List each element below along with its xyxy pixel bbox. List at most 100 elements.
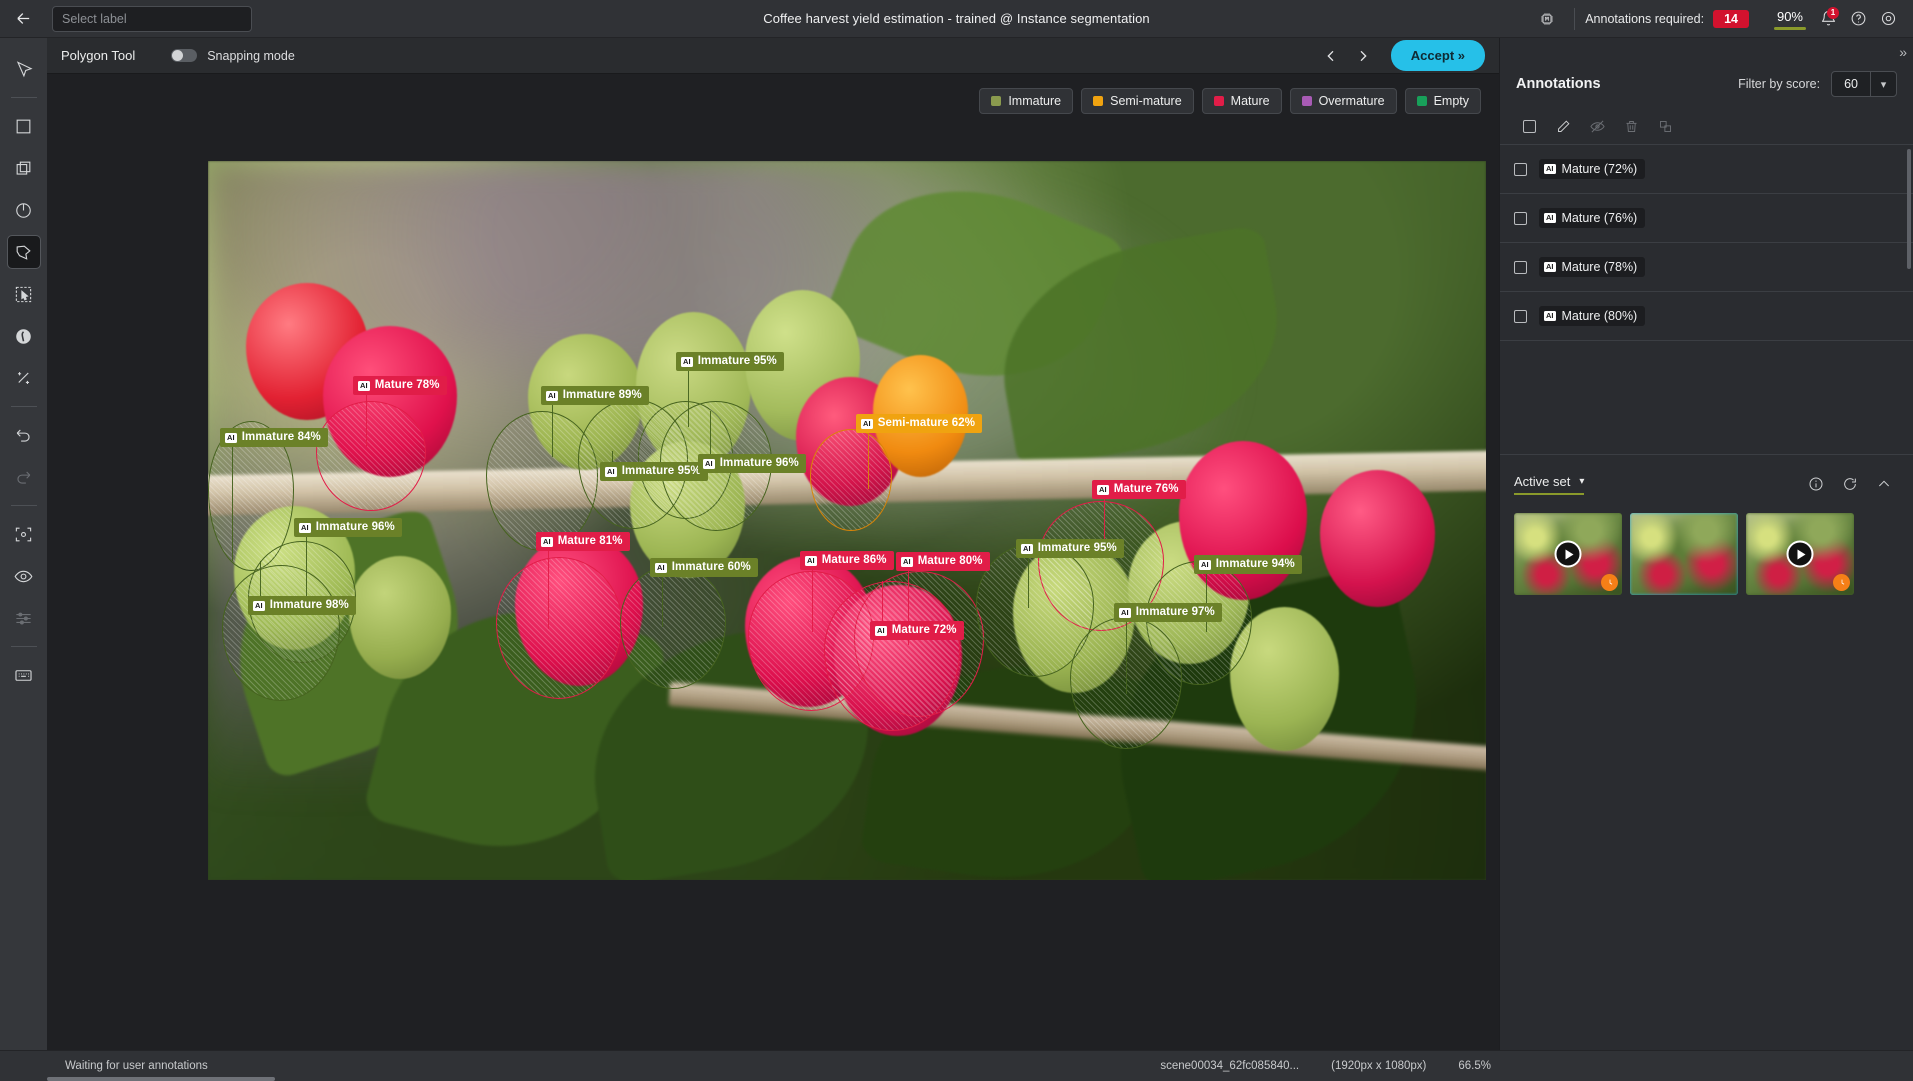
ai-badge-icon: AI	[1544, 311, 1556, 321]
annotations-list[interactable]: AI Mature (72%) AI Mature (76%) AI Mature (78…	[1500, 144, 1913, 454]
annotations-title: Annotations	[1516, 76, 1601, 92]
legend-chip-overmature[interactable]: Overmature	[1289, 88, 1397, 114]
annotation-label[interactable]: AI Immature 94%	[1194, 555, 1302, 575]
select-all-checkbox[interactable]	[1514, 111, 1544, 141]
annotation-list-item[interactable]: AI Mature (76%)	[1500, 194, 1913, 243]
canvas-area[interactable]: Immature Semi-mature Mature Overmature Empty	[47, 74, 1499, 1050]
annotation-label-text: Immature 60%	[671, 561, 751, 573]
filters-button[interactable]	[8, 602, 40, 634]
pending-badge-icon	[1833, 574, 1850, 591]
annotation-label[interactable]: AI Immature 96%	[294, 518, 402, 538]
ai-badge-icon: AI	[703, 458, 715, 469]
annotation-label[interactable]: AI Mature 76%	[1092, 480, 1186, 500]
accept-button[interactable]: Accept »	[1390, 40, 1485, 71]
annotation-label[interactable]: AI Immature 95%	[1016, 539, 1124, 559]
label-legend: Immature Semi-mature Mature Overmature Empty	[979, 88, 1481, 114]
circle-tool[interactable]	[8, 194, 40, 226]
back-button[interactable]	[0, 0, 46, 38]
legend-chip-semi-mature[interactable]: Semi-mature	[1081, 88, 1194, 114]
annotation-item-pill: AI Mature (78%)	[1539, 257, 1646, 277]
selection-tool[interactable]	[8, 53, 40, 85]
annotation-label[interactable]: AI Immature 96%	[698, 454, 806, 474]
annotation-item-label: Mature (80%)	[1561, 309, 1638, 323]
watershed-tool[interactable]	[8, 320, 40, 352]
annotation-label[interactable]: AI Immature 97%	[1114, 603, 1222, 623]
collapse-panel-button[interactable]: »	[1899, 45, 1907, 59]
annotation-leader-line	[688, 367, 689, 427]
annotation-label[interactable]: AI Immature 95%	[676, 352, 784, 372]
annotation-item-checkbox[interactable]	[1514, 309, 1527, 323]
settings-button[interactable]	[1873, 0, 1903, 38]
polygon-tool[interactable]	[6, 235, 41, 269]
legend-chip-mature[interactable]: Mature	[1201, 88, 1282, 114]
legend-chip-empty[interactable]: Empty	[1404, 88, 1481, 114]
annotation-label[interactable]: AI Immature 95%	[600, 462, 708, 482]
bounding-box-tool[interactable]	[8, 110, 40, 142]
body: Polygon Tool Snapping mode Accept » Imma…	[0, 38, 1913, 1050]
active-set-toggle[interactable]: Active set ▾	[1514, 474, 1585, 495]
grabcut-tool[interactable]	[8, 278, 40, 310]
filter-score-select[interactable]: 60 ▾	[1831, 71, 1897, 97]
annotation-label[interactable]: AI Immature 84%	[220, 428, 328, 448]
annotation-label[interactable]: AI Mature 80%	[896, 552, 990, 572]
annotations-required-count: 14	[1713, 9, 1749, 28]
annotation-item-label: Mature (76%)	[1561, 211, 1638, 225]
annotation-label[interactable]: AI Immature 60%	[650, 558, 758, 578]
select-label-input[interactable]: Select label	[52, 5, 252, 32]
annotations-required-label: Annotations required:	[1585, 11, 1705, 26]
legend-chip-immature[interactable]: Immature	[979, 88, 1074, 114]
next-image-button[interactable]	[1349, 42, 1377, 70]
annotation-list-item[interactable]: AI Mature (78%)	[1500, 243, 1913, 292]
snapping-mode-toggle[interactable]: Snapping mode	[171, 49, 295, 63]
annotation-label[interactable]: AI Semi-mature 62%	[856, 414, 983, 434]
notifications-badge: 1	[1827, 6, 1839, 19]
ai-chip-icon[interactable]	[1530, 0, 1564, 38]
polygon-icon	[16, 245, 31, 260]
annotation-label[interactable]: AI Mature 81%	[536, 532, 630, 552]
edit-annotation-button[interactable]	[1548, 111, 1578, 141]
thumbnail-1[interactable]	[1514, 513, 1622, 595]
canvas-horizontal-scrollbar[interactable]	[47, 1077, 275, 1081]
undo-button[interactable]	[8, 419, 40, 451]
annotation-label[interactable]: AI Mature 78%	[353, 376, 447, 396]
annotations-scrollbar[interactable]	[1907, 149, 1911, 269]
annotation-label-text: Immature 95%	[1037, 542, 1117, 554]
help-button[interactable]	[1843, 0, 1873, 38]
annotation-list-item[interactable]: AI Mature (80%)	[1500, 292, 1913, 341]
delete-annotation-button[interactable]	[1616, 111, 1646, 141]
rail-divider-4	[10, 646, 37, 647]
notifications-button[interactable]: 1	[1813, 0, 1843, 38]
ai-badge-icon: AI	[1119, 607, 1131, 618]
active-set-collapse-button[interactable]	[1869, 469, 1899, 499]
rail-divider	[10, 97, 37, 98]
merge-annotation-button[interactable]	[1650, 111, 1680, 141]
hide-annotation-button[interactable]	[1582, 111, 1612, 141]
progress-percent[interactable]: 90%	[1767, 6, 1813, 31]
thumbnail-2[interactable]	[1630, 513, 1738, 595]
previous-image-button[interactable]	[1317, 42, 1345, 70]
ai-badge-icon: AI	[875, 625, 887, 636]
annotation-label[interactable]: AI Immature 98%	[248, 596, 356, 616]
play-icon[interactable]	[1786, 540, 1814, 568]
shortcuts-button[interactable]	[8, 659, 40, 691]
annotation-item-checkbox[interactable]	[1514, 162, 1527, 176]
visibility-button[interactable]	[8, 560, 40, 592]
snapping-toggle-switch[interactable]	[171, 49, 198, 62]
play-icon[interactable]	[1554, 540, 1582, 568]
active-set-refresh-button[interactable]	[1835, 469, 1865, 499]
annotation-list-item[interactable]: AI Mature (72%)	[1500, 145, 1913, 194]
annotation-label[interactable]: AI Immature 89%	[541, 386, 649, 406]
annotation-label[interactable]: AI Mature 86%	[800, 551, 894, 571]
magic-wand-tool[interactable]	[8, 362, 40, 394]
legend-color-swatch	[1301, 96, 1312, 106]
annotation-label[interactable]: AI Mature 72%	[870, 621, 964, 641]
image-canvas[interactable]: AI Immature 95% AI Mature 78% AI Immature 89%…	[208, 161, 1486, 880]
thumbnail-3[interactable]	[1746, 513, 1854, 595]
active-set-info-button[interactable]	[1801, 469, 1831, 499]
center-column: Polygon Tool Snapping mode Accept » Imma…	[47, 38, 1499, 1050]
rotated-box-tool[interactable]	[8, 152, 40, 184]
redo-button[interactable]	[8, 461, 40, 493]
annotation-item-checkbox[interactable]	[1514, 211, 1527, 225]
fit-image-button[interactable]	[8, 518, 40, 550]
annotation-item-checkbox[interactable]	[1514, 260, 1527, 274]
